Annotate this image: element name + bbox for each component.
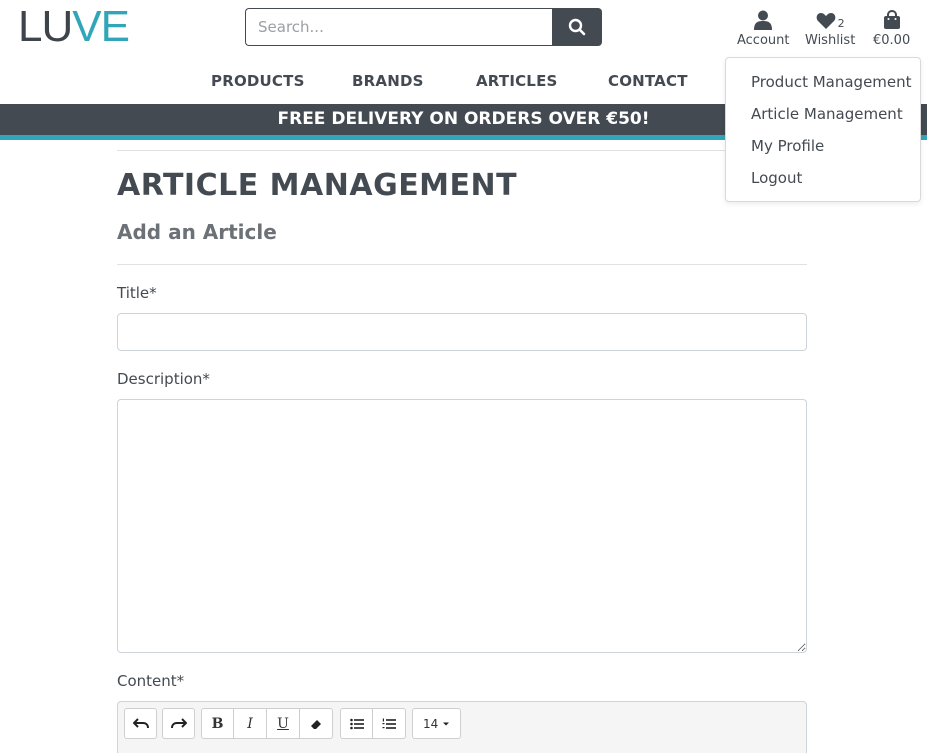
content-label: Content* <box>117 672 185 690</box>
underline-button[interactable]: U <box>267 708 300 739</box>
page-subtitle: Add an Article <box>117 220 277 244</box>
redo-group <box>162 708 195 739</box>
bullet-list-icon <box>349 718 364 729</box>
redo-icon <box>170 717 187 728</box>
wishlist-link[interactable]: 2 Wishlist <box>805 6 855 48</box>
menu-item-product-management[interactable]: Product Management <box>751 73 912 91</box>
menu-item-my-profile[interactable]: My Profile <box>751 137 824 155</box>
bag-link[interactable]: €0.00 <box>873 6 910 48</box>
menu-item-article-management[interactable]: Article Management <box>751 105 903 123</box>
italic-icon: I <box>247 715 253 732</box>
search-input[interactable] <box>245 8 552 46</box>
account-link[interactable]: Account <box>737 6 790 48</box>
italic-button[interactable]: I <box>234 708 267 739</box>
underline-icon: U <box>277 715 289 732</box>
content-editor: B I U 14 <box>117 701 807 753</box>
bag-total: €0.00 <box>873 33 911 48</box>
undo-button[interactable] <box>124 708 157 739</box>
heart-icon <box>816 13 835 29</box>
account-label: Account <box>737 33 790 48</box>
divider <box>117 150 807 151</box>
description-textarea[interactable] <box>117 399 807 653</box>
site-logo[interactable]: LUVE <box>18 5 130 49</box>
caret-down-icon <box>443 722 450 725</box>
unordered-list-button[interactable] <box>340 708 373 739</box>
format-group: B I U <box>201 708 333 739</box>
search-icon <box>568 18 586 36</box>
user-icon <box>754 10 773 30</box>
history-group <box>124 708 157 739</box>
description-label: Description* <box>117 370 210 388</box>
search-form <box>245 8 602 46</box>
search-button[interactable] <box>552 8 602 46</box>
clear-format-button[interactable] <box>300 708 333 739</box>
logo-text-accent: VE <box>72 2 130 51</box>
undo-icon <box>132 717 149 728</box>
redo-button[interactable] <box>162 708 195 739</box>
account-dropdown-menu: Product Management Article Management My… <box>725 57 921 202</box>
ordered-list-button[interactable] <box>373 708 406 739</box>
font-size-group: 14 <box>412 708 462 739</box>
bold-button[interactable]: B <box>201 708 234 739</box>
nav-contact[interactable]: CONTACT <box>608 72 688 90</box>
font-size-value: 14 <box>423 716 439 731</box>
font-size-dropdown[interactable]: 14 <box>412 708 462 739</box>
bold-icon: B <box>211 715 224 732</box>
nav-articles[interactable]: ARTICLES <box>476 72 558 90</box>
menu-item-logout[interactable]: Logout <box>751 169 802 187</box>
wishlist-label: Wishlist <box>805 33 856 48</box>
logo-text-dark: LU <box>18 2 73 51</box>
eraser-icon <box>311 719 321 729</box>
shopping-bag-icon <box>883 10 900 29</box>
page-title: ARTICLE MANAGEMENT <box>117 168 518 203</box>
nav-brands[interactable]: BRANDS <box>352 72 424 90</box>
title-label: Title* <box>117 284 157 302</box>
numbered-list-icon <box>382 718 396 729</box>
nav-products[interactable]: PRODUCTS <box>211 72 305 90</box>
title-input[interactable] <box>117 313 807 351</box>
divider <box>117 264 807 265</box>
list-group <box>340 708 406 739</box>
wishlist-count: 2 <box>837 17 845 30</box>
